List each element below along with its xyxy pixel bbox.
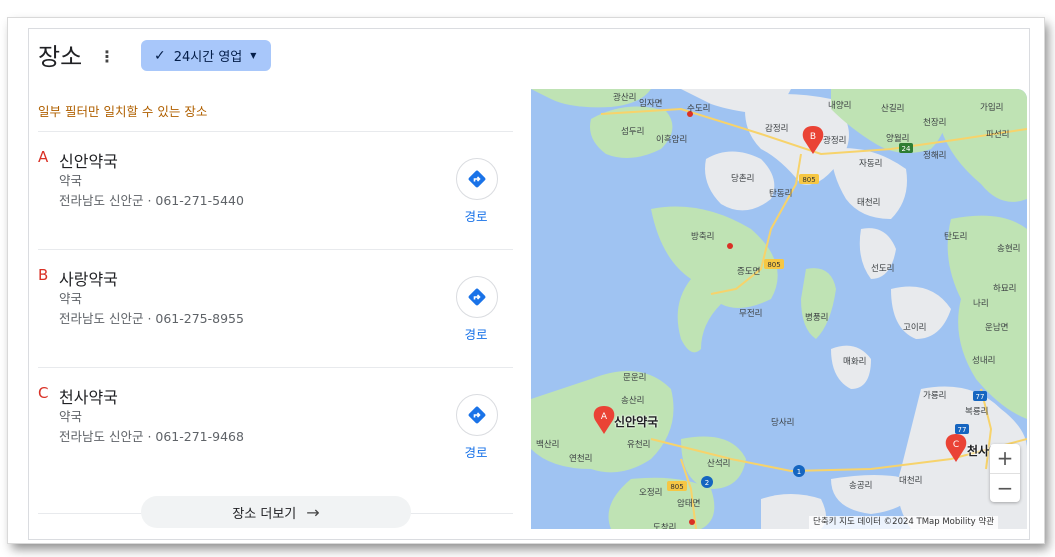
map-place-label: 당촌리 <box>731 174 755 184</box>
map-place-label: 무전리 <box>739 309 763 319</box>
map-place-label: 광정리 <box>823 136 847 146</box>
map-place-label: 문운리 <box>623 373 647 383</box>
result-address-phone: 전라남도 신안군 · 061-275-8955 <box>59 311 244 326</box>
result-name[interactable]: 사랑약국 <box>59 266 118 290</box>
map-place-label: 오정리 <box>639 488 663 498</box>
map-place-label: 임자면 <box>639 99 663 109</box>
map-attribution[interactable]: 단축키 지도 데이터 ©2024 TMap Mobility 약관 <box>809 516 999 529</box>
map-place-label: 연천리 <box>569 454 593 464</box>
map-place-label: 자동리 <box>859 159 883 169</box>
map-place-label: 산석리 <box>707 459 731 469</box>
map-place-label: 운남면 <box>985 323 1009 333</box>
map-place-label: 가룡리 <box>923 391 947 401</box>
result-category: 약국 <box>59 409 83 424</box>
map-view[interactable]: 24 805 805 805 77 77 1 2 A B C 신안약국 광산리 … <box>531 89 1027 529</box>
directions-button[interactable] <box>456 394 498 436</box>
zoom-out-button[interactable]: − <box>990 474 1020 503</box>
map-place-label: 광산리 <box>613 93 637 103</box>
zoom-in-button[interactable]: + <box>990 444 1020 473</box>
map-place-label: 백산리 <box>536 440 560 450</box>
road-badge-24: 24 <box>902 145 911 153</box>
open-24-hours-filter-chip[interactable]: ✓ 24시간 영업 ▼ <box>141 40 271 71</box>
divider <box>38 367 513 368</box>
result-category: 약국 <box>59 291 83 306</box>
map-place-label: 선도리 <box>871 264 895 274</box>
result-address-phone: 전라남도 신안군 · 061-271-9468 <box>59 429 244 444</box>
page-title: 장소 <box>38 43 83 71</box>
map-place-label: 수도리 <box>687 104 711 114</box>
directions-icon <box>468 288 486 306</box>
map-place-label: 고이리 <box>903 323 927 333</box>
map-zoom-control: + − <box>990 444 1020 502</box>
result-marker-letter: C <box>38 384 49 402</box>
map-place-label: 하묘리 <box>993 284 1017 294</box>
map-place-label: 송산리 <box>621 396 645 406</box>
map-pin-letter: A <box>601 412 608 422</box>
road-badge-2: 2 <box>705 479 709 487</box>
directions-label[interactable]: 경로 <box>456 324 496 343</box>
divider <box>38 249 513 250</box>
map-pin-label-a[interactable]: 신안약국 <box>614 413 658 430</box>
dropdown-caret-icon: ▼ <box>250 51 257 60</box>
map-pin-letter: B <box>810 132 816 142</box>
map-place-label: 나리 <box>973 299 989 309</box>
map-place-label: 정해리 <box>923 151 947 161</box>
map-place-label: 방축리 <box>691 232 715 242</box>
road-badge-77: 77 <box>958 426 967 434</box>
result-category: 약국 <box>59 173 83 188</box>
filter-chip-label: 24시간 영업 <box>173 50 243 65</box>
result-name[interactable]: 천사약국 <box>59 384 118 408</box>
road-badge-805: 805 <box>767 261 780 269</box>
directions-icon <box>468 406 486 424</box>
map-place-label: 송현리 <box>997 244 1021 254</box>
road-badge-805: 805 <box>802 176 815 184</box>
map-place-label: 복룡리 <box>965 407 989 417</box>
arrow-right-icon: → <box>306 502 320 522</box>
more-options-icon[interactable]: ⋮ <box>97 47 117 67</box>
result-item-c[interactable]: C 천사약국 약국 전라남도 신안군 · 061-271-9468 경로 <box>38 384 513 502</box>
map-place-label: 증도면 <box>737 267 761 277</box>
directions-button[interactable] <box>456 276 498 318</box>
map-place-label: 파선리 <box>986 130 1010 140</box>
map-place-label: 탄동리 <box>769 189 793 199</box>
map-place-label: 암태면 <box>677 499 701 509</box>
map-place-label: 송공리 <box>849 481 873 491</box>
result-address-phone: 전라남도 신안군 · 061-271-5440 <box>59 193 244 208</box>
directions-label[interactable]: 경로 <box>456 206 496 225</box>
road-badge-77: 77 <box>976 393 985 401</box>
map-place-label: 이흑암리 <box>656 135 688 145</box>
map-place-label: 성내리 <box>972 356 996 366</box>
map-place-label: 섬두리 <box>621 127 645 137</box>
map-place-label: 대천리 <box>899 476 923 486</box>
check-icon: ✓ <box>154 47 166 64</box>
directions-button[interactable] <box>456 158 498 200</box>
map-canvas: 24 805 805 805 77 77 1 2 A B C <box>531 89 1027 529</box>
result-marker-letter: A <box>38 148 49 166</box>
map-place-label: 산길리 <box>881 104 905 114</box>
map-place-label: 탄도리 <box>944 232 968 242</box>
map-pin-letter: C <box>953 440 959 450</box>
divider <box>38 131 513 132</box>
map-place-label: 천장리 <box>923 118 947 128</box>
map-place-label: 내양리 <box>828 101 852 111</box>
result-marker-letter: B <box>38 266 49 284</box>
map-place-label: 병풍리 <box>805 313 829 323</box>
road-badge-1: 1 <box>797 468 801 476</box>
places-panel: 장소 ⋮ ✓ 24시간 영업 ▼ 일부 필터만 일치할 수 있는 장소 A 신안… <box>28 28 1030 540</box>
map-place-label: 당사리 <box>771 418 795 428</box>
map-place-label: 감정리 <box>765 124 789 134</box>
map-place-label: 태천리 <box>857 198 881 208</box>
map-place-label: 가입리 <box>980 103 1004 113</box>
map-place-label: 매화리 <box>843 357 867 367</box>
directions-label[interactable]: 경로 <box>456 442 496 461</box>
directions-icon <box>468 170 486 188</box>
more-places-label: 장소 더보기 <box>232 506 297 522</box>
result-name[interactable]: 신안약국 <box>59 148 118 172</box>
map-place-label: 도창리 <box>653 523 677 529</box>
more-places-button[interactable]: 장소 더보기 → <box>141 496 411 528</box>
partial-match-note: 일부 필터만 일치할 수 있는 장소 <box>38 104 208 119</box>
map-place-label: 양월리 <box>886 134 910 144</box>
road-badge-805: 805 <box>670 483 683 491</box>
map-place-label: 유천리 <box>627 440 651 450</box>
